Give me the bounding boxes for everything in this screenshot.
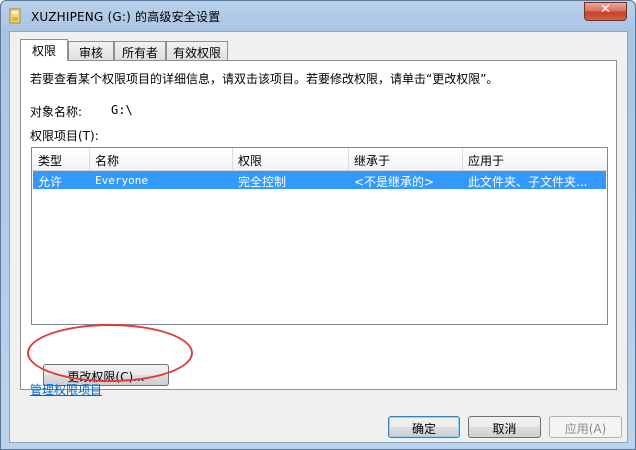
tab-permissions[interactable]: 权限 [20,39,68,61]
drive-icon [9,8,21,24]
column-header-inherited-from[interactable]: 继承于 [354,152,390,169]
tab-label: 所有者 [121,46,158,60]
tab-effective-permissions[interactable]: 有效权限 [166,41,228,60]
column-header-permission[interactable]: 权限 [238,152,262,169]
cell-permission: 完全控制 [238,175,287,189]
tab-label: 有效权限 [172,46,221,60]
cancel-button[interactable]: 取消 [468,416,541,438]
cell-inherited-from: <不是继承的> [354,175,435,189]
permission-entries-list[interactable]: 类型 名称 权限 继承于 应用于 允许 Everyone 完全控制 <不是继承的… [31,147,608,325]
table-row[interactable]: 允许 Everyone 完全控制 <不是继承的> 此文件夹、子文件夹... [33,171,606,189]
object-name-label: 对象名称: [30,105,83,119]
column-header-type[interactable]: 类型 [38,152,62,169]
title-bar[interactable]: XUZHIPENG (G:) 的高级安全设置 ✕ [1,1,635,31]
tab-label: 权限 [31,44,56,58]
tab-auditing[interactable]: 审核 [68,41,114,60]
close-button[interactable]: ✕ [584,2,627,21]
column-header-name[interactable]: 名称 [95,152,119,169]
permission-entries-label: 权限项目(T): [30,129,99,143]
highlight-annotation-ellipse [27,324,193,382]
manage-permission-entries-link[interactable]: 管理权限项目 [30,381,102,398]
close-icon: ✕ [600,2,611,17]
column-divider[interactable] [348,148,349,170]
advanced-security-dialog: XUZHIPENG (G:) 的高级安全设置 ✕ 权限 审核 所有者 有效权限 … [0,0,636,450]
dialog-client-area: 权限 审核 所有者 有效权限 若要查看某个权限项目的详细信息，请双击该项目。若要… [9,31,628,443]
list-header: 类型 名称 权限 继承于 应用于 [32,148,607,171]
window-title: XUZHIPENG (G:) 的高级安全设置 [31,10,221,24]
cell-type: 允许 [38,175,63,189]
apply-button[interactable]: 应用(A) [549,416,622,438]
object-name-value: G:\ [111,103,133,117]
column-divider[interactable] [232,148,233,170]
ok-button[interactable]: 确定 [388,416,460,438]
column-divider[interactable] [89,148,90,170]
cell-applies-to: 此文件夹、子文件夹... [468,175,588,189]
column-divider[interactable] [462,148,463,170]
column-header-applies-to[interactable]: 应用于 [468,152,504,169]
instructions-text: 若要查看某个权限项目的详细信息，请双击该项目。若要修改权限，请单击“更改权限”。 [30,72,499,86]
cell-name: Everyone [95,174,148,187]
tab-label: 审核 [78,46,103,60]
tab-owner[interactable]: 所有者 [114,41,166,60]
